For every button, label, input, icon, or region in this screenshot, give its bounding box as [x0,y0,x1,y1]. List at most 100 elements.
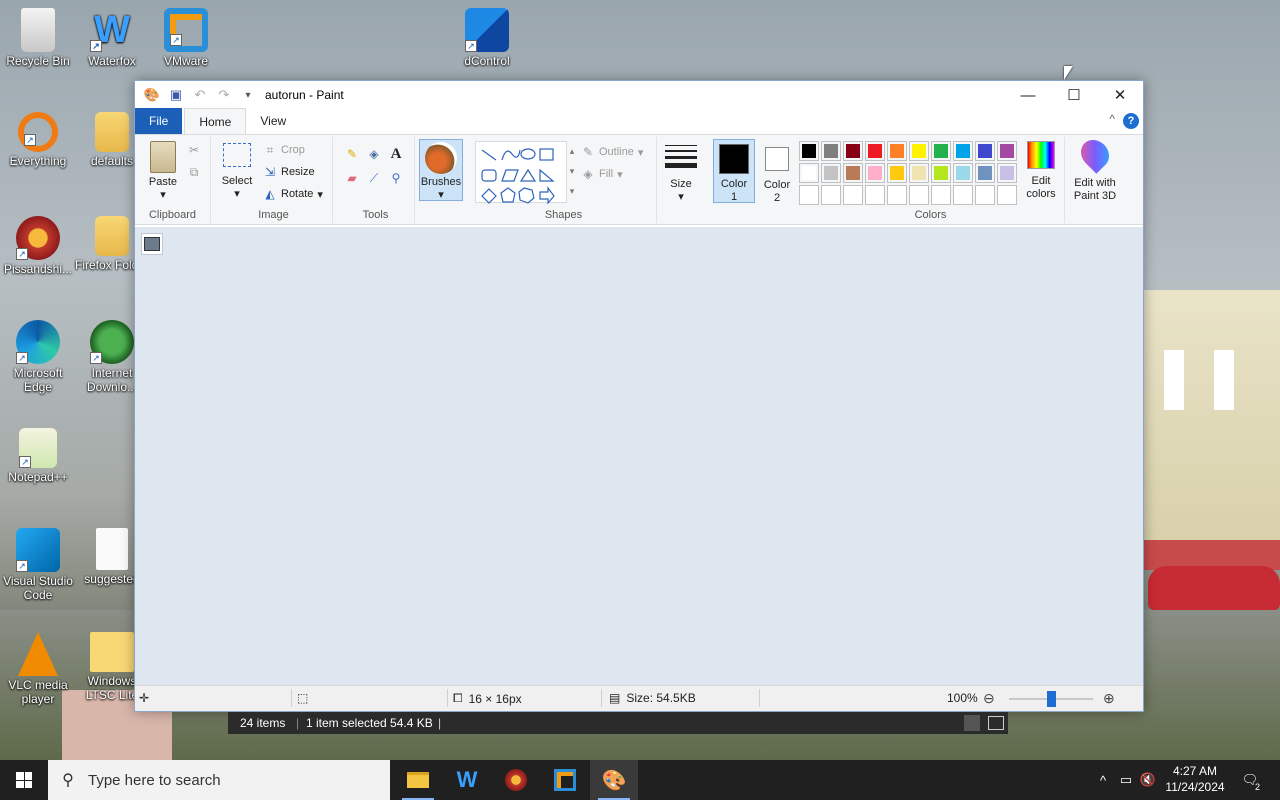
zoom-out-icon: ⊖ [983,690,995,706]
palette-swatch-empty[interactable] [997,185,1017,205]
palette-swatch[interactable] [931,163,951,183]
drawing-canvas[interactable] [141,233,163,255]
palette-swatch[interactable] [953,163,973,183]
desktop-icon-vlc[interactable]: VLC media player [0,632,76,706]
zoom-slider[interactable] [1009,691,1093,707]
palette-swatch-empty[interactable] [953,185,973,205]
palette-swatch[interactable] [799,141,819,161]
desktop-icon-notepad-plus-plus[interactable]: ↗ Notepad++ [0,428,76,484]
desktop-icon-dcontrol[interactable]: ↗ dControl [449,8,525,68]
palette-swatch[interactable] [909,163,929,183]
pencil-tool[interactable]: ✎ [345,147,359,161]
minimize-button[interactable]: — [1005,81,1051,109]
desktop-icon-waterfox[interactable]: W ↗ Waterfox [74,8,150,68]
redo-icon[interactable]: ↷ [215,86,233,104]
cut-button[interactable]: ✂ [187,143,201,157]
edit-with-paint3d-button[interactable]: Edit with Paint 3D [1067,134,1123,203]
color2-button[interactable]: Color 2 [757,139,797,205]
palette-swatch[interactable] [865,141,885,161]
palette-swatch[interactable] [821,163,841,183]
palette-swatch[interactable] [887,163,907,183]
palette-swatch[interactable] [997,163,1017,183]
taskbar-paint[interactable]: 🎨 [590,760,638,800]
collapse-ribbon-icon[interactable]: ^ [1109,112,1115,126]
tab-home[interactable]: Home [184,108,247,134]
palette-swatch[interactable] [931,141,951,161]
folder-icon [407,772,429,788]
palette-swatch-empty[interactable] [887,185,907,205]
desktop-icon-edge[interactable]: ↗ Microsoft Edge [0,320,76,394]
close-button[interactable]: ✕ [1097,81,1143,109]
taskbar-file-explorer[interactable] [394,760,442,800]
edit-colors-button[interactable]: Edit colors [1021,141,1061,201]
desktop-icon-vscode[interactable]: ↗ Visual Studio Code [0,528,76,602]
details-view-icon[interactable] [964,715,980,731]
desktop-icon-pissandshi[interactable]: ↗ Pissandshi... [0,216,76,276]
tab-file[interactable]: File [135,108,183,134]
action-center-button[interactable]: 🗨 2 [1236,760,1264,800]
palette-swatch[interactable] [865,163,885,183]
palette-swatch[interactable] [887,141,907,161]
shapes-gallery[interactable] [475,141,567,204]
eraser-tool[interactable]: ▰ [345,171,359,185]
desktop-icon-vmware[interactable]: ↗ VMware [148,8,224,68]
start-button[interactable] [0,760,48,800]
save-icon[interactable]: ▣ [167,86,185,104]
color-picker-tool[interactable]: ⟋ [367,171,381,185]
palette-swatch[interactable] [821,141,841,161]
paste-button[interactable]: Paste ▾ [143,141,183,202]
taskbar-vmware[interactable] [541,760,589,800]
palette-swatch[interactable] [799,163,819,183]
palette-swatch-empty[interactable] [931,185,951,205]
palette-swatch-empty[interactable] [975,185,995,205]
fill-tool[interactable]: ◈ [367,147,381,161]
cursor-position-icon: ✛ [139,691,150,705]
paint-app-icon[interactable]: 🎨 [143,86,161,104]
desktop-icon-recycle-bin[interactable]: Recycle Bin [0,8,76,68]
tab-view[interactable]: View [246,108,300,134]
palette-swatch[interactable] [975,141,995,161]
rotate-button[interactable]: ◭ Rotate ▾ [263,187,323,201]
taskbar-clock[interactable]: 4:27 AM 11/24/2024 [1160,763,1230,795]
help-icon[interactable]: ? [1123,113,1139,129]
palette-swatch[interactable] [953,141,973,161]
palette-swatch-empty[interactable] [799,185,819,205]
zoom-in-button[interactable]: ⊕ [1103,690,1115,707]
taskbar-search[interactable]: ⚲ Type here to search [48,760,390,800]
desktop-icon-everything[interactable]: ↗ Everything [0,112,76,168]
color1-button[interactable]: Color 1 [713,139,755,203]
outline-button[interactable]: ✎ Outline ▾ [581,145,643,159]
select-button[interactable]: Select ▾ [219,143,255,201]
show-hidden-icons-button[interactable]: ^ [1094,760,1112,800]
text-tool[interactable]: A [389,146,403,162]
edit-colors-label-1: Edit [1031,175,1051,187]
brushes-button[interactable]: Brushes ▾ [419,139,463,201]
palette-swatch[interactable] [975,163,995,183]
size-button[interactable]: Size ▾ [661,141,701,204]
crop-button[interactable]: ⌗ Crop [263,143,305,157]
large-icons-view-icon[interactable] [988,716,1004,730]
palette-swatch-empty[interactable] [865,185,885,205]
palette-swatch[interactable] [909,141,929,161]
magnifier-tool[interactable]: ⚲ [389,171,403,185]
zoom-slider-thumb[interactable] [1047,691,1056,707]
zoom-out-button[interactable]: ⊖ [983,690,995,707]
customize-toolbar-icon[interactable]: ▾ [239,86,257,104]
volume-muted-icon[interactable]: 🔇 [1138,760,1158,800]
undo-icon[interactable]: ↶ [191,86,209,104]
taskbar-waterfox[interactable]: W [443,760,491,800]
palette-swatch[interactable] [997,141,1017,161]
maximize-button[interactable]: ☐ [1051,81,1097,109]
shapes-scroll[interactable]: ▴ ▾ ▾ [567,141,577,203]
resize-button[interactable]: ⇲ Resize [263,165,315,179]
palette-swatch-empty[interactable] [843,185,863,205]
group-label: Clipboard [148,209,197,221]
taskbar-browser[interactable] [492,760,540,800]
palette-swatch[interactable] [843,141,863,161]
fill-button[interactable]: ◈ Fill ▾ [581,167,622,181]
network-icon[interactable]: ▭ [1116,760,1136,800]
palette-swatch[interactable] [843,163,863,183]
palette-swatch-empty[interactable] [821,185,841,205]
copy-button[interactable]: ⧉ [187,165,201,179]
palette-swatch-empty[interactable] [909,185,929,205]
